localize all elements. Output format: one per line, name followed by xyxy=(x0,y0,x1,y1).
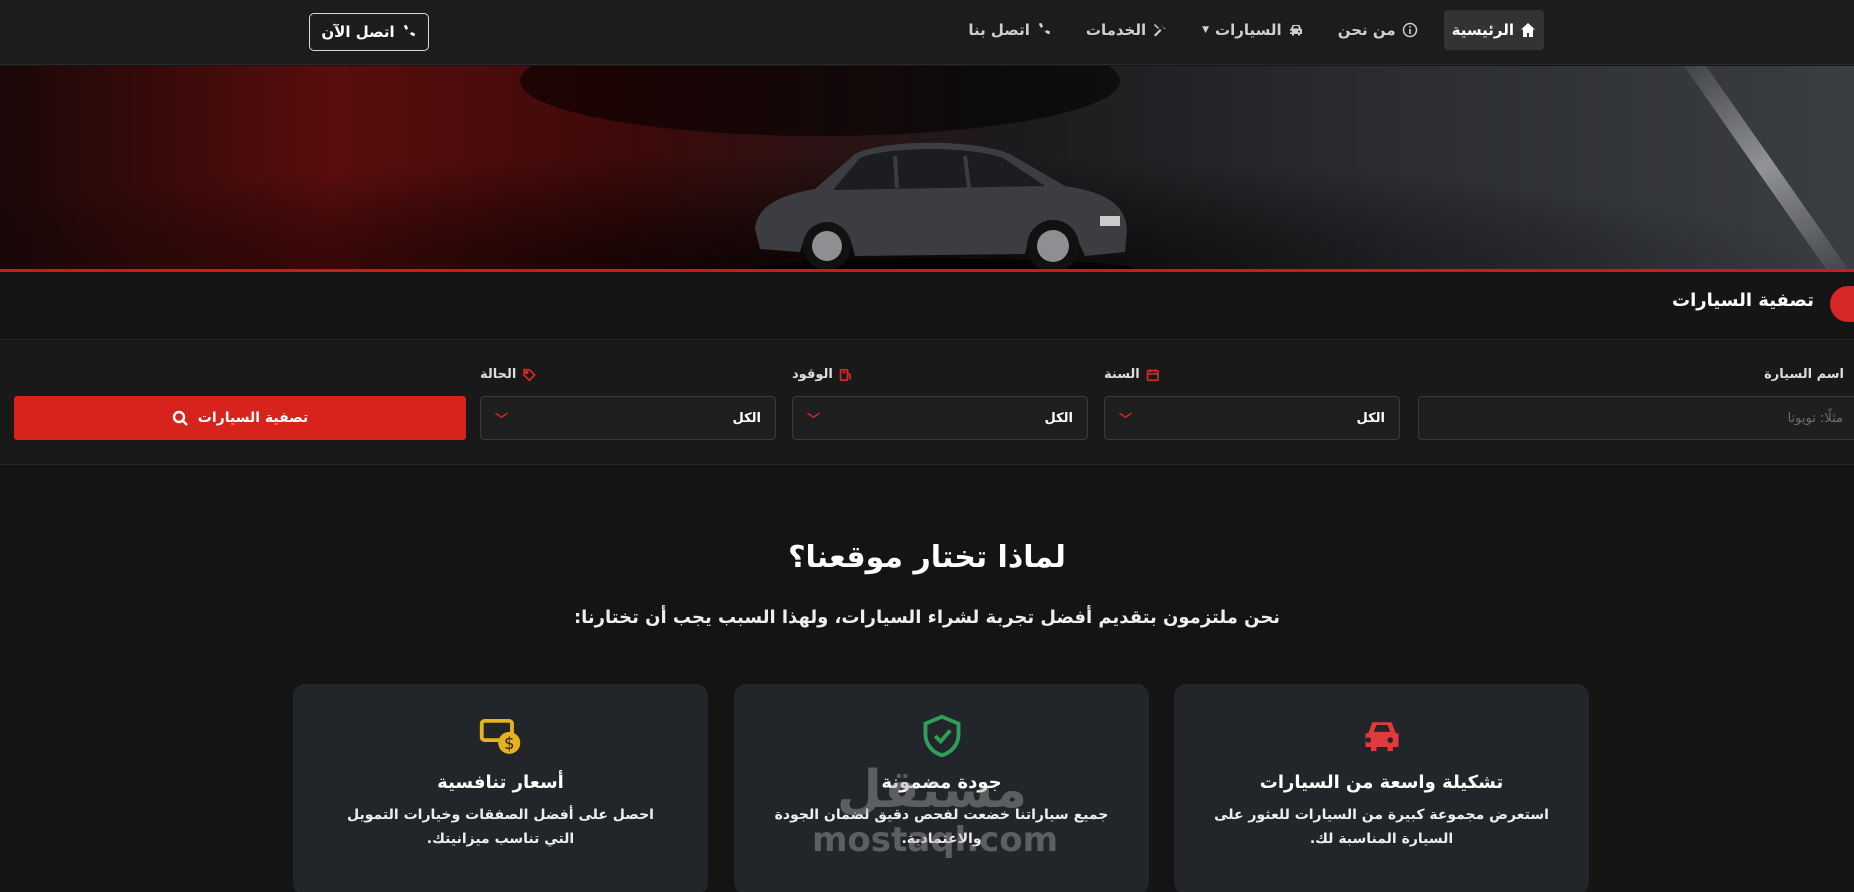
phone-icon xyxy=(403,25,415,37)
nav-menu: الرئيسية من نحن السيارات ▼ الخدمات اتصل … xyxy=(960,10,1544,50)
car-icon xyxy=(1289,25,1302,36)
watermark-latin: mostaql.com xyxy=(812,820,1059,860)
fuel-select-value: الكل xyxy=(1044,410,1073,426)
chevron-down-icon: ▼ xyxy=(1202,25,1210,35)
call-now-label: اتصل الآن xyxy=(321,23,395,41)
filter-title-text: تصفية السيارات xyxy=(1672,290,1814,311)
nav-item-label: الخدمات xyxy=(1085,21,1147,39)
condition-select-value: الكل xyxy=(732,410,761,426)
car-name-label-text: اسم السيارة xyxy=(1764,367,1844,382)
home-icon xyxy=(1521,23,1535,37)
call-now-button[interactable]: اتصل الآن xyxy=(309,13,429,51)
feature-title: أسعار تنافسية xyxy=(437,772,564,793)
feature-title: تشكيلة واسعة من السيارات xyxy=(1259,772,1504,793)
filter-toggle[interactable] xyxy=(1830,286,1854,322)
svg-text:$: $ xyxy=(504,734,515,753)
chevron-down-icon: ﹀ xyxy=(807,412,821,428)
why-title: لماذا تختار موقعنا؟ xyxy=(788,540,1066,575)
year-select[interactable]: الكل ﹀ xyxy=(1104,396,1400,440)
feature-text: احصل على أفضل الصفقات وخيارات التمويل ال… xyxy=(347,807,654,847)
condition-select[interactable]: الكل ﹀ xyxy=(480,396,776,440)
fuel-select[interactable]: الكل ﹀ xyxy=(792,396,1088,440)
feature-card-variety: تشكيلة واسعة من السيارات استعرض مجموعة ك… xyxy=(1174,684,1589,892)
money-icon: $ xyxy=(479,718,520,754)
chevron-down-icon: ﹀ xyxy=(495,412,509,428)
nav-item-label: السيارات xyxy=(1215,21,1282,39)
year-label-text: السنة xyxy=(1104,367,1140,382)
nav-item-label: اتصل بنا xyxy=(968,21,1030,39)
navbar: الرئيسية من نحن السيارات ▼ الخدمات اتصل … xyxy=(0,0,1854,65)
phone-icon xyxy=(1038,23,1050,35)
filter-header: تصفية السيارات xyxy=(0,272,1854,340)
feature-text: استعرض مجموعة كبيرة من السيارات للعثور ع… xyxy=(1214,807,1549,847)
condition-label-text: الحالة xyxy=(480,367,517,382)
watermark-logo: مستقل mostaql.com xyxy=(812,760,1059,880)
filter-submit-button[interactable]: تصفية السيارات xyxy=(14,396,466,440)
hero-car-image xyxy=(755,142,1135,271)
fuel-pump-icon xyxy=(839,368,852,381)
info-icon xyxy=(1402,22,1417,38)
year-label: السنة xyxy=(1104,367,1160,382)
filter-title: تصفية السيارات xyxy=(1672,290,1814,311)
car-name-input[interactable]: مثلًا: تويوتا xyxy=(1418,396,1854,440)
nav-item-home[interactable]: الرئيسية xyxy=(1443,10,1544,50)
nav-item-contact[interactable]: اتصل بنا xyxy=(960,10,1060,50)
fuel-label-text: الوقود xyxy=(792,367,833,382)
search-icon xyxy=(172,410,188,426)
car-icon xyxy=(1365,722,1398,752)
filter-form: اسم السيارة مثلًا: تويوتا السنة الكل ﹀ ا… xyxy=(0,341,1854,465)
car-name-label: اسم السيارة xyxy=(1764,367,1844,382)
hero-banner xyxy=(0,66,1854,271)
tools-icon xyxy=(1154,24,1166,37)
nav-item-services[interactable]: الخدمات xyxy=(1078,10,1176,50)
hero-backdrop xyxy=(520,66,1120,136)
filter-submit-label: تصفية السيارات xyxy=(197,410,309,426)
why-subtitle: نحن ملتزمون بتقديم أفضل تجربة لشراء السي… xyxy=(573,607,1281,628)
nav-item-label: الرئيسية xyxy=(1451,21,1514,39)
calendar-icon xyxy=(1146,368,1159,381)
nav-item-cars[interactable]: السيارات ▼ xyxy=(1194,10,1312,50)
nav-item-about[interactable]: من نحن xyxy=(1330,10,1426,50)
car-name-placeholder: مثلًا: تويوتا xyxy=(1787,410,1843,426)
nav-item-label: من نحن xyxy=(1337,21,1396,39)
shield-check-icon xyxy=(923,714,960,758)
fuel-label: الوقود xyxy=(792,367,853,382)
chevron-down-icon: ﹀ xyxy=(1119,412,1133,428)
feature-card-pricing: $ أسعار تنافسية احصل على أفضل الصفقات وخ… xyxy=(293,684,708,892)
condition-label: الحالة xyxy=(480,367,536,382)
watermark-arabic: مستقل xyxy=(836,760,1028,820)
year-select-value: الكل xyxy=(1356,410,1385,426)
tag-icon xyxy=(523,368,536,381)
